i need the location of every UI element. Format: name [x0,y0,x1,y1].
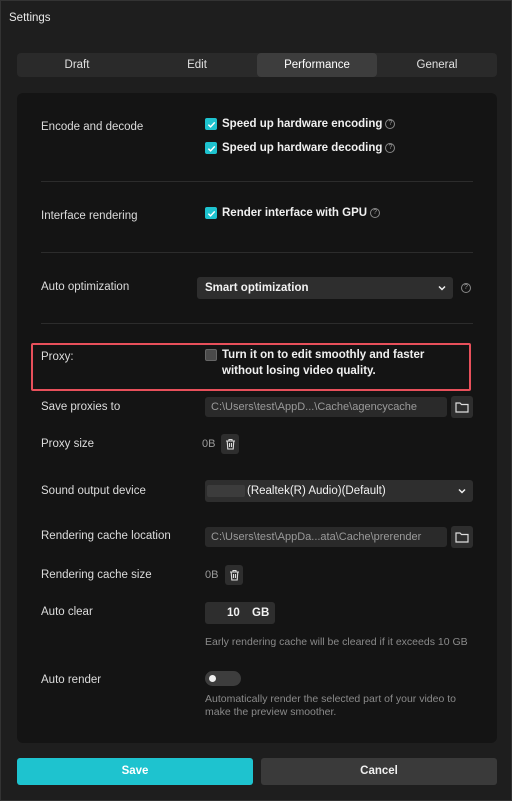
gpu-render-label: Render interface with GPU [222,207,368,219]
window-title: Settings [9,12,51,24]
gpu-render-option[interactable]: Render interface with GPU ? [205,207,381,219]
sound-output-value: (Realtek(R) Audio)(Default) [247,485,386,497]
help-icon[interactable]: ? [461,283,471,293]
proxy-label: Proxy: [41,351,74,363]
auto-clear-value: 10 [227,607,240,619]
hw-decoding-option[interactable]: Speed up hardware decoding ? [205,142,396,154]
proxy-size-label: Proxy size [41,438,95,450]
clear-render-cache-button[interactable] [225,565,243,585]
cancel-button[interactable]: Cancel [261,758,497,785]
help-icon[interactable]: ? [370,208,381,218]
render-cache-location-label: Rendering cache location [41,530,171,542]
tab-performance[interactable]: Performance [257,53,377,77]
hw-encoding-label: Speed up hardware encoding [222,118,383,130]
auto-optimization-label: Auto optimization [41,281,130,293]
proxy-checkbox[interactable] [205,349,217,361]
proxy-checkbox-label: Turn it on to edit smoothly and faster w… [222,349,425,377]
hw-encoding-option[interactable]: Speed up hardware encoding ? [205,118,396,130]
render-cache-path-input[interactable]: C:\Users\test\AppDa...ata\Cache\prerende… [205,527,447,547]
divider [41,181,473,182]
auto-clear-label: Auto clear [41,606,93,618]
render-cache-size-value: 0B [205,569,219,581]
auto-clear-unit: GB [252,607,270,619]
auto-clear-input[interactable]: 10 GB [205,602,275,624]
interface-rendering-label: Interface rendering [41,210,138,222]
device-name-redacted [207,484,245,497]
trash-icon [229,569,239,581]
divider [41,252,473,253]
auto-optimization-value: Smart optimization [205,282,309,294]
hw-encoding-checkbox[interactable] [205,118,217,130]
proxy-option[interactable]: Turn it on to edit smoothly and faster w… [205,347,467,379]
divider [41,323,473,324]
render-cache-folder-button[interactable] [451,526,473,548]
settings-window: Settings Draft Edit Performance General … [0,0,512,801]
help-icon[interactable]: ? [385,119,396,129]
chevron-down-icon [457,480,467,510]
hw-decoding-checkbox[interactable] [205,142,217,154]
proxy-path-input[interactable]: C:\Users\test\AppD...\Cache\agencycache [205,397,447,417]
auto-clear-hint: Early rendering cache will be cleared if… [205,636,468,648]
clear-proxy-button[interactable] [221,434,239,454]
save-proxies-label: Save proxies to [41,401,121,413]
auto-render-toggle[interactable] [205,671,241,686]
tab-edit[interactable]: Edit [137,53,257,77]
gpu-render-checkbox[interactable] [205,207,217,219]
auto-render-hint: Automatically render the selected part o… [205,693,456,718]
hw-decoding-label: Speed up hardware decoding [222,142,383,154]
toggle-knob [209,675,216,682]
performance-panel: Encode and decode Speed up hardware enco… [17,93,497,743]
proxy-folder-button[interactable] [451,396,473,418]
trash-icon [225,438,235,450]
render-cache-size-label: Rendering cache size [41,569,152,581]
save-button[interactable]: Save [17,758,253,785]
tab-general[interactable]: General [377,53,497,77]
help-icon[interactable]: ? [385,143,396,153]
auto-render-label: Auto render [41,674,102,686]
proxy-size-value: 0B [202,438,216,450]
folder-icon [455,402,469,413]
chevron-down-icon [437,277,447,307]
settings-tabs: Draft Edit Performance General [17,53,497,77]
folder-icon [455,532,469,543]
encode-decode-label: Encode and decode [41,121,144,133]
sound-output-label: Sound output device [41,485,146,497]
tab-draft[interactable]: Draft [17,53,137,77]
sound-output-select[interactable]: (Realtek(R) Audio)(Default) [205,480,473,502]
auto-optimization-select[interactable]: Smart optimization [197,277,453,299]
